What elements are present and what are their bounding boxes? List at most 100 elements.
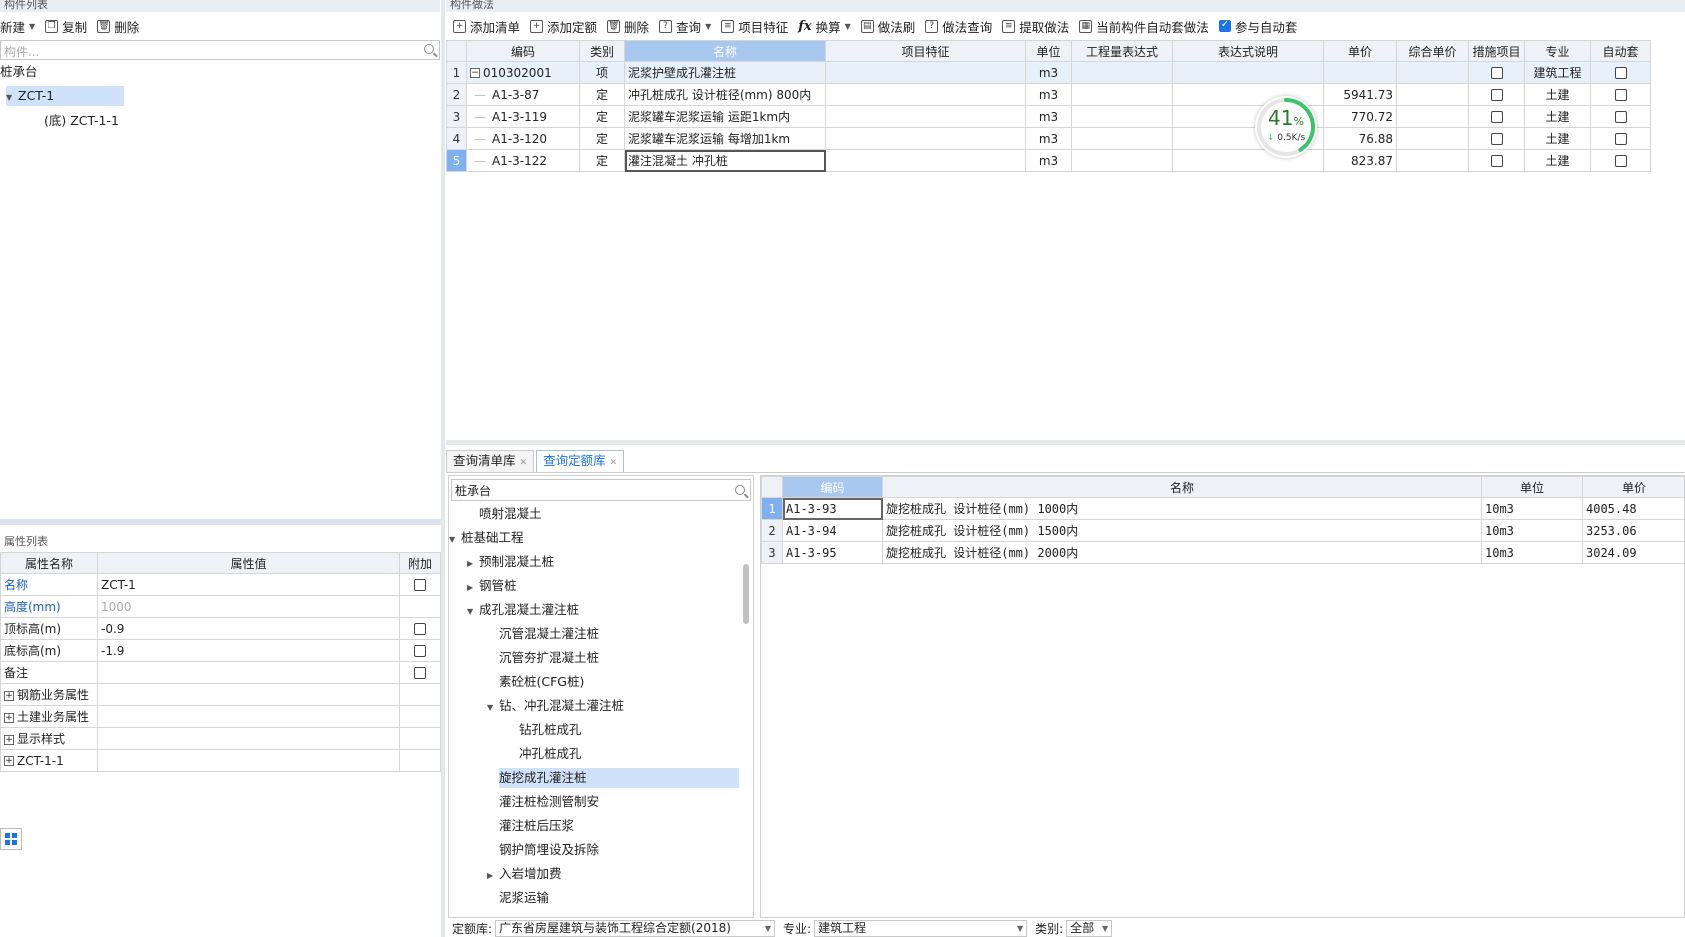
quota-lib-select[interactable]: 广东省房屋建筑与装饰工程综合定额(2018) ▼ (495, 920, 776, 937)
unit-cell[interactable]: m3 (1025, 105, 1072, 128)
table-row[interactable]: 3 — A1-3-119 定 泥浆罐车泥浆运输 运距1km内 m3 770.72 … (446, 105, 1651, 128)
quota-price-cell[interactable]: 3024.09 (1582, 541, 1684, 564)
expand-icon[interactable]: + (4, 756, 14, 766)
column-header-unit[interactable]: 单位 (1025, 40, 1072, 62)
table-row[interactable]: 4 — A1-3-120 定 泥浆罐车泥浆运输 每增加1km m3 76.88 土… (446, 127, 1651, 150)
method-query-button[interactable]: ? 做法查询 (920, 15, 997, 37)
expand-arrow-icon[interactable]: ▶ (467, 554, 479, 574)
close-icon[interactable]: ✕ (520, 458, 528, 468)
measure-checkbox[interactable] (1490, 111, 1503, 123)
quota-tree-item[interactable]: 泥浆运输 (499, 888, 549, 908)
composite-price-cell[interactable] (1396, 61, 1469, 84)
quota-tree-item[interactable]: 沉管夯扩混凝土桩 (499, 648, 599, 668)
column-header-quantity-expr[interactable]: 工程量表达式 (1071, 40, 1173, 62)
row-number[interactable]: 3 (761, 541, 783, 564)
category-select[interactable]: 全部 ▼ (1066, 920, 1113, 937)
column-header-major[interactable]: 专业 (1524, 40, 1591, 62)
tab-query-quota-library[interactable]: 查询定额库 ✕ (536, 450, 625, 472)
major-select[interactable]: 建筑工程 ▼ (814, 920, 1028, 937)
component-search-input[interactable]: 构件... (4, 43, 39, 60)
tree-item-zct-1-1[interactable]: (底) ZCT-1-1 (44, 111, 119, 131)
search-icon[interactable] (424, 44, 434, 54)
left-panel-divider[interactable] (441, 0, 445, 937)
row-header-corner[interactable] (446, 40, 467, 62)
quota-tree-item[interactable]: ▼ 成孔混凝土灌注桩 (467, 600, 579, 620)
price-cell[interactable]: 76.88 (1323, 127, 1397, 150)
table-row[interactable]: + 钢筋业务属性 (0, 683, 441, 706)
quota-tree-item[interactable]: ▶ 钢管桩 (467, 576, 517, 596)
major-cell[interactable]: 土建 (1524, 149, 1591, 172)
unit-cell[interactable]: m3 (1025, 149, 1072, 172)
table-row[interactable]: 底标高(m) -1.9 (0, 639, 441, 662)
method-brush-button[interactable]: ▤ 做法刷 (856, 15, 921, 37)
main-bottom-splitter[interactable] (446, 440, 1685, 445)
column-header-unit[interactable]: 单位 (1481, 476, 1583, 498)
code-cell[interactable]: — A1-3-87 (466, 83, 580, 106)
feature-cell[interactable] (825, 61, 1026, 84)
column-header-prop-name[interactable]: 属性名称 (0, 552, 98, 574)
quota-unit-cell[interactable]: 10m3 (1481, 541, 1583, 564)
auto-checkbox[interactable] (1614, 89, 1627, 101)
network-speed-gauge[interactable]: 41% ↓ 0.5K/s (1255, 96, 1317, 158)
column-header-price[interactable]: 单价 (1582, 476, 1684, 498)
quantity-expr-cell[interactable] (1071, 127, 1173, 150)
tree-item-pile-cap[interactable]: 桩承台 (0, 62, 38, 82)
quantity-expr-cell[interactable] (1071, 83, 1173, 106)
row-number[interactable]: 2 (761, 519, 783, 542)
column-header-measure[interactable]: 措施项目 (1468, 40, 1525, 62)
extra-checkbox[interactable] (414, 645, 426, 657)
row-number[interactable]: 4 (446, 127, 467, 150)
measure-checkbox[interactable] (1490, 89, 1503, 101)
prop-value[interactable]: -0.9 (97, 617, 400, 640)
name-cell[interactable]: 泥浆护壁成孔灌注桩 (624, 61, 826, 84)
table-row[interactable]: 名称 ZCT-1 (0, 573, 441, 596)
column-header-name[interactable]: 名称 (624, 40, 826, 62)
component-search[interactable]: 构件... (0, 40, 440, 60)
extra-checkbox[interactable] (414, 623, 426, 635)
extra-checkbox[interactable] (414, 667, 426, 679)
prop-group[interactable]: + ZCT-1-1 (0, 749, 98, 772)
major-cell[interactable]: 土建 (1524, 105, 1591, 128)
table-row[interactable]: + 显示样式 (0, 727, 441, 750)
quota-code-cell[interactable]: A1-3-95 (782, 541, 883, 564)
major-cell[interactable]: 土建 (1524, 83, 1591, 106)
expand-icon[interactable]: + (4, 712, 14, 723)
quantity-expr-cell[interactable] (1071, 149, 1173, 172)
table-row[interactable]: 2 A1-3-94 旋挖桩成孔 设计桩径(mm) 1500内 10m3 3253… (761, 519, 1684, 542)
table-row[interactable]: 2 — A1-3-87 定 冲孔桩成孔 设计桩径(mm) 800内 m3 5941… (446, 83, 1651, 106)
quota-search-input[interactable]: 桩承台 (455, 482, 491, 499)
column-header-type[interactable]: 类别 (579, 40, 625, 62)
feature-cell[interactable] (825, 149, 1026, 172)
code-cell[interactable]: — A1-3-120 (466, 127, 580, 150)
quota-tree-item[interactable]: 素砼桩(CFG桩) (499, 672, 584, 692)
quota-unit-cell[interactable]: 10m3 (1481, 519, 1583, 542)
row-number[interactable]: 2 (446, 83, 467, 106)
type-cell[interactable]: 定 (579, 127, 625, 150)
column-header-price[interactable]: 单价 (1323, 40, 1397, 62)
collapse-arrow-icon[interactable]: ▼ (449, 530, 461, 550)
query-button[interactable]: ? 查询 ▼ (654, 15, 716, 37)
table-row[interactable]: 5 — A1-3-122 定 灌注混凝土 冲孔桩 m3 823.87 土建 (446, 149, 1651, 172)
delete-method-button[interactable]: 🗑 删除 (602, 15, 654, 37)
auto-checkbox[interactable] (1614, 111, 1627, 123)
unit-cell[interactable]: m3 (1025, 83, 1072, 106)
feature-cell[interactable] (825, 127, 1026, 150)
quota-tree-item[interactable]: ▼ 钻、冲孔混凝土灌注桩 (487, 696, 624, 716)
price-cell[interactable]: 5941.73 (1323, 83, 1397, 106)
measure-checkbox[interactable] (1490, 133, 1503, 145)
row-number[interactable]: 1 (761, 497, 783, 520)
prop-value[interactable]: 1000 (97, 595, 400, 618)
tree-item-zct-1[interactable]: ▼ ZCT-1 (6, 86, 124, 106)
column-header-prop-value[interactable]: 属性值 (97, 552, 400, 574)
column-header-composite-price[interactable]: 综合单价 (1396, 40, 1469, 62)
table-row[interactable]: + 土建业务属性 (0, 705, 441, 728)
quota-tree-item[interactable]: 沉管混凝土灌注桩 (499, 624, 599, 644)
quota-tree-item[interactable]: 冲孔桩成孔 (519, 744, 582, 764)
table-row[interactable]: 3 A1-3-95 旋挖桩成孔 设计桩径(mm) 2000内 10m3 3024… (761, 541, 1684, 564)
close-icon[interactable]: ✕ (610, 458, 618, 468)
tree-scrollbar[interactable] (743, 564, 749, 624)
code-cell[interactable]: — A1-3-119 (466, 105, 580, 128)
quota-tree-item[interactable]: 旋挖成孔灌注桩 (499, 768, 739, 788)
prop-group[interactable]: + 钢筋业务属性 (0, 683, 98, 706)
quota-tree-item[interactable]: 钻孔桩成孔 (519, 720, 582, 740)
